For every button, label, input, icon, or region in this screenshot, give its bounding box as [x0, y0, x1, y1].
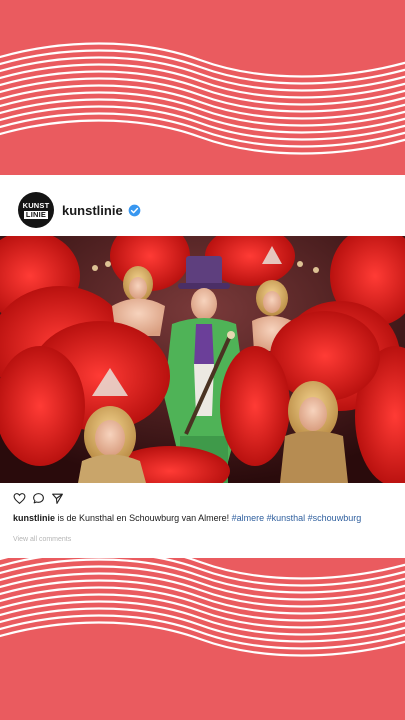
- top-wave-decoration: [0, 42, 405, 155]
- post-header: KUNST LINIE kunstlinie: [18, 191, 141, 229]
- avatar[interactable]: KUNST LINIE: [18, 192, 54, 228]
- post-caption: kunstlinie is de Kunsthal en Schouwburg …: [13, 512, 393, 524]
- heart-icon[interactable]: [13, 492, 26, 505]
- comment-icon[interactable]: [32, 492, 45, 505]
- bottom-wave-decoration: [0, 548, 405, 657]
- caption-text: is de Kunsthal en Schouwburg van Almere!: [55, 513, 232, 523]
- view-comments-link[interactable]: View all comments: [13, 536, 71, 543]
- post-actions: [13, 492, 64, 505]
- account-username[interactable]: kunstlinie: [62, 203, 123, 218]
- logo-line-2: LINIE: [23, 209, 49, 219]
- post-photo[interactable]: [0, 236, 405, 483]
- caption-username[interactable]: kunstlinie: [13, 513, 55, 523]
- verified-badge-icon: [128, 204, 141, 216]
- logo-line-1: KUNST: [22, 200, 50, 210]
- caption-hashtags[interactable]: #almere #kunsthal #schouwburg: [232, 513, 362, 523]
- share-icon[interactable]: [51, 492, 64, 505]
